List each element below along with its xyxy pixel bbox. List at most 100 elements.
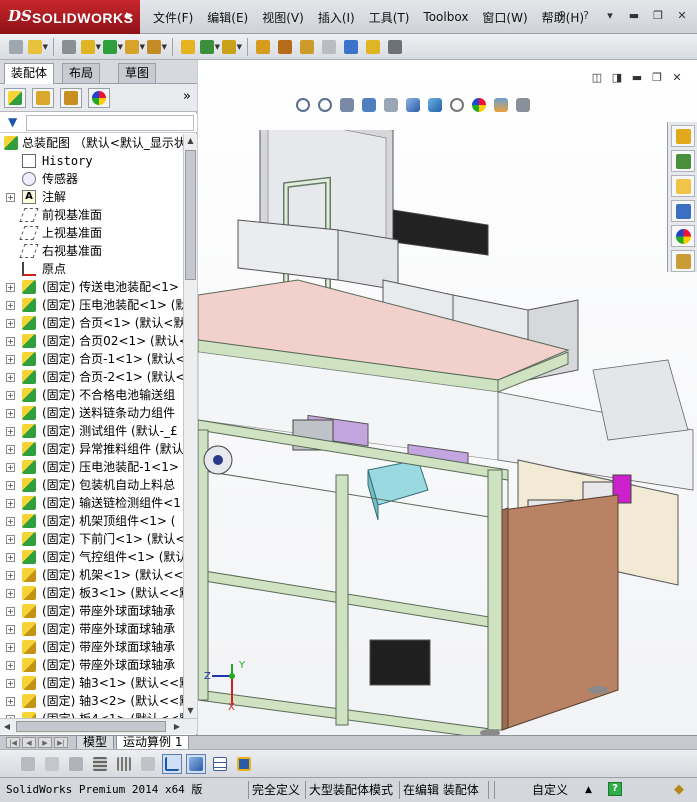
menu-insert[interactable]: 插入(I) [311,9,362,26]
expand-icon[interactable]: + [6,499,15,508]
bill-of-materials-button[interactable] [253,37,273,57]
edit-component-button[interactable] [6,37,26,57]
tree-item[interactable]: +(固定) 板4<1> (默认<<默 [0,710,183,718]
filter-input[interactable] [26,115,194,131]
menu-window[interactable]: 窗口(W) [475,9,534,26]
display-manager-tab[interactable] [88,88,110,108]
instant3d-button[interactable] [385,37,405,57]
undercut-button[interactable] [138,754,158,774]
interference-detection-button[interactable] [319,37,339,57]
chevron-down-icon[interactable]: ▾ [601,8,619,24]
tree-item[interactable]: + (固定) 气控组件<1> (默认 [0,548,183,566]
viewport-restore-icon[interactable]: ❐ [649,70,665,84]
expand-icon[interactable]: + [6,517,15,526]
tree-root[interactable]: 总装配图 （默认<默认_显示状态-1>） [0,134,183,152]
linear-pattern-button[interactable]: ▼ [81,37,101,57]
scroll-left-icon[interactable]: ◀ [0,720,14,734]
feature-manager-tab[interactable] [4,88,26,108]
exploded-view-button[interactable] [275,37,295,57]
expand-icon[interactable]: + [6,193,15,202]
menu-edit[interactable]: 编辑(E) [200,9,255,26]
reference-geometry-button[interactable]: ▼ [200,37,220,57]
tree-item[interactable]: 右视基准面 [0,242,183,260]
previous-view-button[interactable] [338,96,356,114]
close-icon[interactable]: ✕ [673,8,691,24]
tree-item[interactable]: 传感器 [0,170,183,188]
curvature-button[interactable] [66,754,86,774]
expand-icon[interactable]: + [6,301,15,310]
tree-item[interactable]: + (固定) 异常推料组件 (默认 [0,440,183,458]
tree-item[interactable]: History [0,152,183,170]
tree-item[interactable]: + (固定) 测试组件 (默认-_£ [0,422,183,440]
assembly-3d-model[interactable] [198,130,697,735]
apply-scene-button[interactable] [492,96,510,114]
minimize-icon[interactable]: ▬ [625,8,643,24]
expand-icon[interactable]: + [6,625,15,634]
expand-icon[interactable]: + [6,571,15,580]
tree-item[interactable]: + (固定) 轴3<1> (默认<<默 [0,674,183,692]
dynamic-annotation-button[interactable] [382,96,400,114]
tree-item[interactable]: 原点 [0,260,183,278]
tree-item[interactable]: + (固定) 带座外球面球轴承 [0,638,183,656]
tree-item[interactable]: + (固定) 机架顶组件<1> ( [0,512,183,530]
expand-icon[interactable]: + [6,283,15,292]
last-tab-icon[interactable]: ▶| [54,737,68,748]
tab-sketch[interactable]: 草图 [118,63,157,83]
next-tab-icon[interactable]: ▶ [38,737,52,748]
expand-icon[interactable]: + [6,445,15,454]
more-tabs-icon[interactable]: » [183,89,191,104]
graphics-viewport[interactable]: ◫ ◨ ▬ ❐ ✕ Z X Y [198,60,697,735]
section-view-button[interactable] [360,96,378,114]
quick-tips-help-icon[interactable]: ? [608,782,622,796]
explode-line-sketch-button[interactable] [297,37,317,57]
expand-icon[interactable]: + [6,553,15,562]
tree-item[interactable]: + (固定) 带座外球面球轴承 [0,656,183,674]
display-style-button[interactable] [426,96,444,114]
expand-icon[interactable]: + [6,697,15,706]
tab-model[interactable]: 模型 [76,736,115,750]
table-view-button[interactable] [210,754,230,774]
scroll-up-icon[interactable]: ▲ [184,134,197,148]
tree-item[interactable]: + (固定) 输送链检测组件<1 [0,494,183,512]
expand-icon[interactable]: + [6,373,15,382]
hidden-lines-button[interactable] [42,754,62,774]
hole-alignment-button[interactable] [363,37,383,57]
expand-icon[interactable]: + [6,679,15,688]
show-hidden-button[interactable]: ▼ [147,37,167,57]
expand-icon[interactable]: + [6,589,15,598]
tree-item[interactable]: + (固定) 送料链条动力组件 [0,404,183,422]
tree-item[interactable]: + (固定) 带座外球面球轴承 [0,620,183,638]
tag-icon[interactable]: ◆ [674,780,684,800]
tree-item[interactable]: + (固定) 机架<1> (默认<<默 [0,566,183,584]
tree-item[interactable]: + (固定) 传送电池装配<1> [0,278,183,296]
menu-toolbox[interactable]: Toolbox [416,10,475,24]
expand-icon[interactable]: + [6,607,15,616]
menu-view[interactable]: 视图(V) [255,9,311,26]
zoom-to-area-button[interactable] [316,96,334,114]
tree-item[interactable]: + (固定) 包装机自动上料总 [0,476,183,494]
zebra-stripes-button[interactable] [90,754,110,774]
expand-icon[interactable]: + [6,409,15,418]
expand-icon[interactable]: + [6,643,15,652]
restore-icon[interactable]: ❐ [649,8,667,24]
move-component-button[interactable]: ▼ [125,37,145,57]
help-icon[interactable]: ? [577,8,595,24]
tree-item[interactable]: 前视基准面 [0,206,183,224]
expand-icon[interactable]: + [6,337,15,346]
configuration-manager-tab[interactable] [60,88,82,108]
tree-item[interactable]: + (固定) 轴3<2> (默认<<默 [0,692,183,710]
isometric-button[interactable] [186,753,206,774]
expand-icon[interactable]: + [6,661,15,670]
first-tab-icon[interactable]: |◀ [6,737,20,748]
new-motion-study-button[interactable]: ▼ [222,37,242,57]
expand-icon[interactable]: + [6,427,15,436]
expand-icon[interactable]: + [6,391,15,400]
expand-icon[interactable]: + [6,481,15,490]
section-toggle-button[interactable] [162,753,182,774]
draft-analysis-button[interactable] [114,754,134,774]
logo-menu-arrow-icon[interactable]: ▶ [126,11,133,21]
tree-item[interactable]: + (固定) 合页-2<1> (默认< [0,368,183,386]
assembly-features-button[interactable] [178,37,198,57]
units-menu-icon[interactable]: ▲ [585,780,592,800]
tree-item[interactable]: + (固定) 不合格电池输送组 [0,386,183,404]
